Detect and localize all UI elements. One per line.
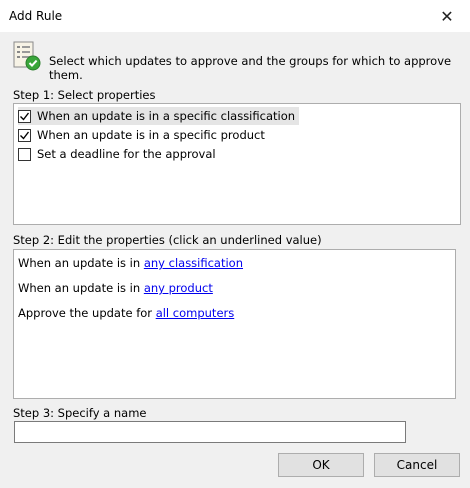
checklist-icon	[13, 41, 41, 71]
product-checkbox[interactable]	[18, 128, 31, 142]
step1-label: Step 1: Select properties	[13, 88, 156, 102]
property-label: When an update is in a specific product	[37, 128, 265, 142]
classification-checkbox[interactable]	[18, 109, 31, 123]
property-label: Set a deadline for the approval	[37, 147, 216, 161]
property-product[interactable]: When an update is in a specific product	[18, 126, 265, 144]
check-icon	[20, 131, 30, 140]
property-classification[interactable]: When an update is in a specific classifi…	[18, 107, 300, 125]
step3-label: Step 3: Specify a name	[13, 406, 147, 420]
computers-line: Approve the update for all computers	[18, 306, 235, 320]
window-title: Add Rule	[9, 9, 63, 23]
all-computers-link[interactable]: all computers	[156, 306, 235, 320]
header-instructions: Select which updates to approve and the …	[49, 54, 452, 82]
product-line: When an update is in any product	[18, 281, 213, 295]
cancel-button[interactable]: Cancel	[374, 453, 460, 477]
properties-list: When an update is in a specific classifi…	[13, 103, 461, 225]
classification-line: When an update is in any classification	[18, 256, 244, 270]
any-product-link[interactable]: any product	[144, 281, 213, 295]
ok-button[interactable]: OK	[278, 453, 364, 477]
properties-description: When an update is in any classification …	[13, 249, 456, 399]
step2-label: Step 2: Edit the properties (click an un…	[13, 233, 322, 247]
rule-name-input[interactable]	[14, 421, 406, 443]
title-bar: Add Rule ✕	[0, 0, 470, 32]
deadline-checkbox[interactable]	[18, 147, 31, 161]
property-label: When an update is in a specific classifi…	[37, 109, 296, 123]
any-classification-link[interactable]: any classification	[144, 256, 243, 270]
property-deadline[interactable]: Set a deadline for the approval	[18, 145, 216, 163]
close-button[interactable]: ✕	[424, 0, 470, 32]
close-icon: ✕	[440, 6, 454, 26]
check-icon	[20, 112, 30, 121]
